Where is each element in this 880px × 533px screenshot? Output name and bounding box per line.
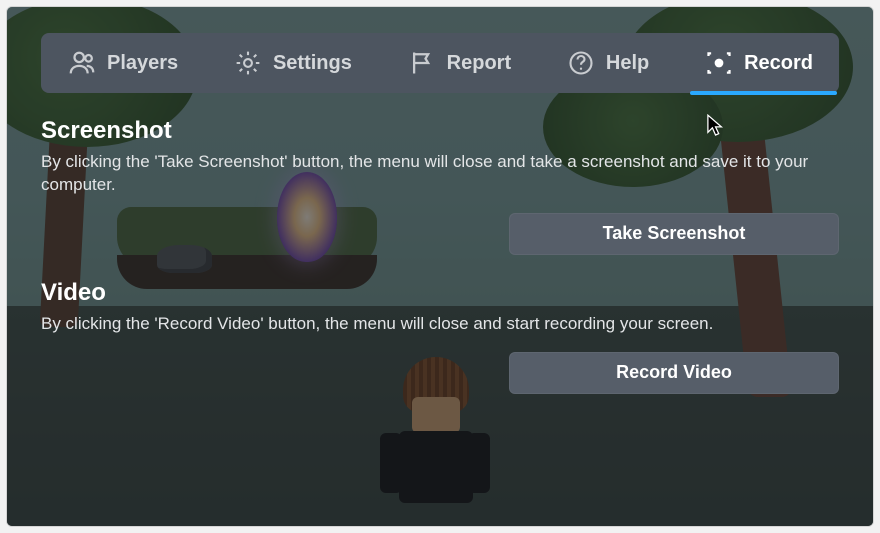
section-heading: Video: [41, 279, 839, 307]
record-video-button[interactable]: Record Video: [509, 352, 839, 394]
gear-icon: [233, 48, 263, 78]
tab-label: Settings: [273, 52, 352, 75]
tab-report[interactable]: Report: [393, 33, 525, 93]
section-description: By clicking the 'Take Screenshot' button…: [41, 151, 839, 197]
tab-label: Help: [606, 52, 649, 75]
section-heading: Screenshot: [41, 117, 839, 145]
tab-label: Record: [744, 52, 813, 75]
tab-label: Report: [447, 52, 511, 75]
button-label: Record Video: [616, 362, 732, 383]
take-screenshot-button[interactable]: Take Screenshot: [509, 213, 839, 255]
record-icon: [704, 48, 734, 78]
tab-players[interactable]: Players: [53, 33, 192, 93]
section-description: By clicking the 'Record Video' button, t…: [41, 313, 839, 336]
tab-help[interactable]: Help: [552, 33, 663, 93]
button-label: Take Screenshot: [603, 223, 746, 244]
video-section: Video By clicking the 'Record Video' but…: [41, 279, 839, 394]
screenshot-section: Screenshot By clicking the 'Take Screens…: [41, 117, 839, 255]
help-icon: [566, 48, 596, 78]
game-menu-window: Players Settings Report: [6, 6, 874, 527]
active-tab-underline: [690, 91, 837, 95]
tab-settings[interactable]: Settings: [219, 33, 366, 93]
players-icon: [67, 48, 97, 78]
tab-record[interactable]: Record: [690, 33, 827, 93]
tab-label: Players: [107, 52, 178, 75]
flag-icon: [407, 48, 437, 78]
menu-tabbar: Players Settings Report: [41, 33, 839, 93]
